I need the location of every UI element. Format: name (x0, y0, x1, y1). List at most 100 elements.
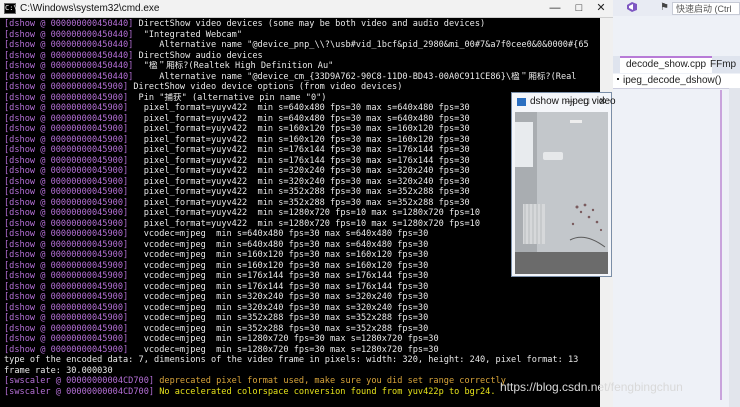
log-prefix: [dshow @ 000000000450440] (4, 61, 134, 71)
camera-minimize-button[interactable]: — (564, 95, 577, 107)
console-line: [dshow @ 00000000045900] pixel_format=yu… (4, 145, 589, 156)
tab-decode-show-cpp[interactable]: decode_show.cpp (620, 56, 713, 73)
console-line: [dshow @ 00000000045900] vcodec=mjpeg mi… (4, 334, 589, 345)
log-prefix: [dshow @ 000000000450440] (4, 50, 134, 61)
log-prefix: [dshow @ 00000000045900] (4, 166, 129, 176)
log-prefix: [dshow @ 00000000045900] (4, 197, 129, 208)
log-message: No accelerated colorspace conversion fou… (154, 386, 496, 397)
log-message: DirectShow video device options (from vi… (128, 82, 403, 92)
console-line: frame rate: 30.000030 (4, 366, 589, 377)
console-line: type of the encoded data: 7, dimensions … (4, 355, 589, 366)
console-line: [dshow @ 00000000045900] vcodec=mjpeg mi… (4, 261, 589, 272)
log-prefix: [dshow @ 00000000045900] (4, 155, 129, 166)
log-message: vcodec=mjpeg min s=320x240 fps=30 max s=… (128, 302, 429, 313)
log-message: vcodec=mjpeg min s=320x240 fps=30 max s=… (128, 292, 429, 302)
log-message: pixel_format=yuyv422 min s=160x120 fps=3… (128, 124, 470, 134)
camera-video-frame (515, 112, 608, 274)
minimize-button[interactable]: — (544, 0, 566, 17)
console-line: [dshow @ 00000000045900] pixel_format=yu… (4, 166, 589, 177)
console-output: [dshow @ 000000000450440] DirectShow vid… (4, 19, 589, 397)
console-titlebar[interactable]: C:\ C:\Windows\system32\cmd.exe — □ ✕ (0, 0, 613, 18)
video-window-icon (517, 98, 526, 106)
function-dropdown-label: ipeg_decode_dshow() (623, 75, 722, 86)
log-message: vcodec=mjpeg min s=1280x720 fps=30 max s… (128, 334, 439, 344)
maximize-button[interactable]: □ (568, 0, 590, 17)
log-message: "Integrated Webcam" (133, 29, 243, 40)
log-prefix: [dshow @ 00000000045900] (4, 134, 129, 145)
log-message: pixel_format=yuyv422 min s=176x144 fps=3… (128, 155, 470, 166)
log-prefix: [dshow @ 00000000045900] (4, 103, 129, 113)
console-line: [dshow @ 00000000045900] DirectShow vide… (4, 82, 589, 93)
log-message: DirectShow video devices (some may be bo… (133, 19, 486, 29)
log-message: DirectShow audio devices (133, 50, 263, 61)
console-line: [dshow @ 00000000045900] vcodec=mjpeg mi… (4, 271, 589, 282)
camera-preview-window: dshow mjpeg video — □ ✕ (511, 92, 616, 277)
close-button[interactable]: ✕ (590, 0, 612, 17)
tab-ffmpeg[interactable]: FFmp (706, 56, 740, 73)
log-message: vcodec=mjpeg min s=640x480 fps=30 max s=… (128, 239, 429, 250)
log-prefix: [dshow @ 00000000045900] (4, 124, 129, 134)
log-message: pixel_format=yuyv422 min s=1280x720 fps=… (128, 218, 481, 229)
log-prefix: [swscaler @ 00000000004CD700] (4, 386, 155, 397)
log-prefix: [dshow @ 00000000045900] (4, 281, 129, 292)
console-line: [dshow @ 00000000045900] pixel_format=yu… (4, 124, 589, 135)
console-line: [dshow @ 00000000045900] pixel_format=yu… (4, 187, 589, 198)
console-line: [dshow @ 00000000045900] pixel_format=yu… (4, 103, 589, 114)
console-line: [dshow @ 000000000450440] Alternative na… (4, 40, 589, 51)
console-line: [dshow @ 000000000450440] "Integrated We… (4, 30, 589, 41)
visual-studio-icon[interactable] (626, 1, 638, 13)
log-prefix: [dshow @ 00000000045900] (4, 292, 129, 302)
ide-scrollbar[interactable] (729, 88, 740, 407)
log-message: vcodec=mjpeg min s=352x288 fps=30 max s=… (128, 323, 429, 334)
console-line: [dshow @ 000000000450440] DirectShow vid… (4, 19, 589, 30)
log-prefix: [swscaler @ 00000000004CD700] (4, 376, 155, 386)
log-prefix: [dshow @ 00000000045900] (4, 176, 129, 187)
log-message: vcodec=mjpeg min s=176x144 fps=30 max s=… (128, 281, 429, 292)
log-prefix: [dshow @ 00000000045900] (4, 92, 129, 103)
camera-close-button[interactable]: ✕ (596, 95, 609, 107)
log-prefix: [dshow @ 000000000450440] (4, 19, 134, 29)
log-prefix: [dshow @ 00000000045900] (4, 313, 129, 323)
log-message: pixel_format=yuyv422 min s=640x480 fps=3… (128, 113, 470, 124)
cmd-icon: C:\ (4, 3, 18, 14)
camera-maximize-button[interactable]: □ (580, 95, 593, 107)
log-message: pixel_format=yuyv422 min s=352x288 fps=3… (128, 187, 470, 197)
log-message: vcodec=mjpeg min s=352x288 fps=30 max s=… (128, 313, 429, 323)
log-message: vcodec=mjpeg min s=640x480 fps=30 max s=… (128, 229, 429, 239)
log-message: pixel_format=yuyv422 min s=352x288 fps=3… (128, 197, 470, 208)
watermark-url: https://blog.csdn.net/fengbingchun (500, 380, 683, 394)
console-line: [dshow @ 00000000045900] pixel_format=yu… (4, 198, 589, 209)
ide-window: ⚑ 快速启动 (Ctrl decode_show.cpp FFmp ipeg_d… (612, 0, 740, 407)
console-line: [dshow @ 00000000045900] vcodec=mjpeg mi… (4, 345, 589, 356)
camera-window-titlebar[interactable]: dshow mjpeg video — □ ✕ (512, 93, 616, 111)
log-message: pixel_format=yuyv422 min s=320x240 fps=3… (128, 176, 470, 187)
log-prefix: [dshow @ 00000000045900] (4, 229, 129, 239)
feedback-flag-icon[interactable]: ⚑ (660, 2, 669, 13)
log-prefix: [dshow @ 00000000045900] (4, 208, 129, 218)
log-message: Alternative name "@device_pnp_\\?\usb#vi… (133, 40, 589, 50)
log-message: vcodec=mjpeg min s=160x120 fps=30 max s=… (128, 260, 429, 271)
log-message: pixel_format=yuyv422 min s=640x480 fps=3… (128, 103, 470, 113)
change-marker (720, 90, 722, 400)
console-line: [dshow @ 00000000045900] vcodec=mjpeg mi… (4, 303, 589, 314)
log-message: frame rate: 30.000030 (4, 365, 113, 376)
log-prefix: [dshow @ 00000000045900] (4, 218, 129, 229)
quick-launch-input[interactable]: 快速启动 (Ctrl (672, 2, 740, 15)
window-title: C:\Windows\system32\cmd.exe (20, 3, 160, 14)
log-message: pixel_format=yuyv422 min s=320x240 fps=3… (128, 166, 470, 176)
log-message: pixel_format=yuyv422 min s=1280x720 fps=… (128, 208, 481, 218)
console-line: [dshow @ 00000000045900] vcodec=mjpeg mi… (4, 240, 589, 251)
log-prefix: [dshow @ 00000000045900] (4, 302, 129, 313)
log-message: type of the encoded data: 7, dimensions … (4, 355, 579, 365)
console-line: [dshow @ 00000000045900] Pin "捕获" (alter… (4, 93, 589, 104)
console-line: [dshow @ 00000000045900] vcodec=mjpeg mi… (4, 324, 589, 335)
log-prefix: [dshow @ 00000000045900] (4, 113, 129, 124)
log-prefix: [dshow @ 000000000450440] (4, 40, 134, 50)
function-dropdown[interactable]: ipeg_decode_dshow() (612, 74, 740, 89)
ide-tab-bar: decode_show.cpp FFmp (612, 56, 740, 73)
log-prefix: [dshow @ 000000000450440] (4, 29, 134, 40)
log-prefix: [dshow @ 000000000450440] (4, 71, 134, 82)
caret (617, 78, 619, 80)
log-prefix: [dshow @ 00000000045900] (4, 250, 129, 260)
log-message: pixel_format=yuyv422 min s=176x144 fps=3… (128, 145, 470, 155)
